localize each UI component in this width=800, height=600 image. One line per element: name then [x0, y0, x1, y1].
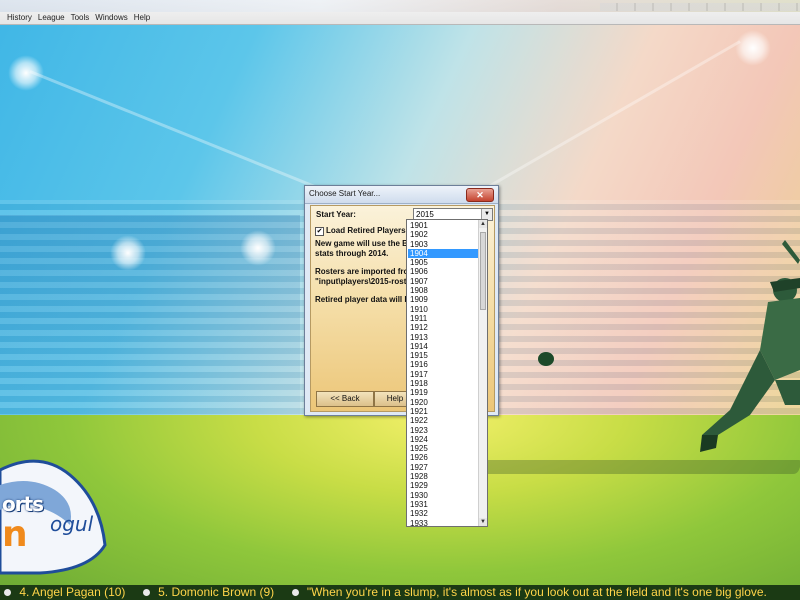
year-option[interactable]: 1917: [408, 370, 478, 379]
year-option[interactable]: 1923: [408, 426, 478, 435]
batter-shadow: [477, 460, 800, 474]
year-option[interactable]: 1909: [408, 295, 478, 304]
year-list: 1901 1902 1903 1904 1905 1906 1907 1908 1909 1910…: [408, 221, 478, 527]
news-ticker: 4. Angel Pagan (10) 5. Domonic Brown (9)…: [0, 585, 800, 600]
year-option[interactable]: 1927: [408, 463, 478, 472]
menu-history[interactable]: History: [4, 13, 35, 23]
dialog-titlebar[interactable]: Choose Start Year... ✕: [305, 186, 498, 204]
back-button[interactable]: << Back: [316, 391, 374, 407]
dropdown-scrollbar[interactable]: ▲ ▼: [478, 220, 487, 526]
info-text: Retired player data will b: [315, 295, 410, 304]
info-text: stats through 2014.: [315, 249, 389, 258]
year-option[interactable]: 1929: [408, 481, 478, 490]
year-option[interactable]: 1904: [408, 248, 478, 259]
year-option[interactable]: 1914: [408, 342, 478, 351]
year-option[interactable]: 1905: [408, 258, 478, 267]
ticker-item: 5. Domonic Brown (9): [158, 585, 275, 599]
year-option[interactable]: 1921: [408, 407, 478, 416]
year-option[interactable]: 1903: [408, 240, 478, 249]
year-option[interactable]: 1922: [408, 416, 478, 425]
menu-windows[interactable]: Windows: [92, 13, 130, 23]
stadium-light: [735, 30, 771, 66]
menu-tools[interactable]: Tools: [68, 13, 93, 23]
year-option[interactable]: 1907: [408, 277, 478, 286]
field-background: [0, 415, 800, 600]
year-option[interactable]: 1925: [408, 444, 478, 453]
year-option[interactable]: 1932: [408, 509, 478, 518]
start-year-dropdown[interactable]: 1901 1902 1903 1904 1905 1906 1907 1908 1909 1910…: [406, 219, 488, 527]
year-option[interactable]: 1933: [408, 519, 478, 527]
stadium-light: [110, 235, 146, 271]
year-option[interactable]: 1915: [408, 351, 478, 360]
scroll-thumb[interactable]: [480, 232, 486, 310]
scroll-up-icon[interactable]: ▲: [479, 220, 487, 228]
info-text: New game will use the B: [315, 239, 408, 248]
year-option[interactable]: 1930: [408, 491, 478, 500]
logo-text-sports: orts: [2, 492, 44, 516]
year-option[interactable]: 1913: [408, 333, 478, 342]
menu-items: History League Tools Windows Help: [4, 13, 153, 23]
year-option[interactable]: 1928: [408, 472, 478, 481]
year-option[interactable]: 1920: [408, 398, 478, 407]
menu-help[interactable]: Help: [131, 13, 153, 23]
year-option[interactable]: 1901: [408, 221, 478, 230]
year-option[interactable]: 1926: [408, 453, 478, 462]
batter-silhouette-icon: [700, 240, 800, 452]
year-option[interactable]: 1931: [408, 500, 478, 509]
year-option[interactable]: 1911: [408, 314, 478, 323]
scroll-down-icon[interactable]: ▼: [479, 518, 487, 526]
close-icon[interactable]: ✕: [466, 188, 494, 202]
menu-bar: History League Tools Windows Help: [0, 0, 800, 25]
year-option[interactable]: 1918: [408, 379, 478, 388]
ticker-item: 4. Angel Pagan (10): [19, 585, 126, 599]
bullet-icon: [4, 588, 11, 596]
bullet-icon: [291, 588, 299, 596]
year-option[interactable]: 1916: [408, 360, 478, 369]
logo-text-m: n: [2, 514, 28, 555]
bullet-icon: [142, 588, 150, 596]
year-option[interactable]: 1912: [408, 323, 478, 332]
year-option[interactable]: 1919: [408, 388, 478, 397]
ticker-item: "When you're in a slump, it's almost as …: [306, 585, 767, 599]
start-year-label: Start Year:: [316, 210, 356, 219]
year-option[interactable]: 1902: [408, 230, 478, 239]
menu-league[interactable]: League: [35, 13, 68, 23]
year-option[interactable]: 1908: [408, 286, 478, 295]
dialog-title: Choose Start Year...: [309, 189, 381, 198]
load-retired-label: Load Retired Players: [326, 226, 406, 235]
year-option[interactable]: 1906: [408, 267, 478, 276]
stadium-light: [240, 230, 276, 266]
info-text: Rosters are imported from: [315, 267, 416, 276]
year-option[interactable]: 1910: [408, 305, 478, 314]
window-controls-strip: [600, 3, 800, 11]
info-text: "input\players\2015-roster: [315, 277, 414, 286]
baseball-icon: [538, 352, 554, 366]
load-retired-checkbox[interactable]: ✔: [315, 227, 324, 236]
logo-text-mogul: ogul: [50, 512, 94, 536]
year-option[interactable]: 1924: [408, 435, 478, 444]
